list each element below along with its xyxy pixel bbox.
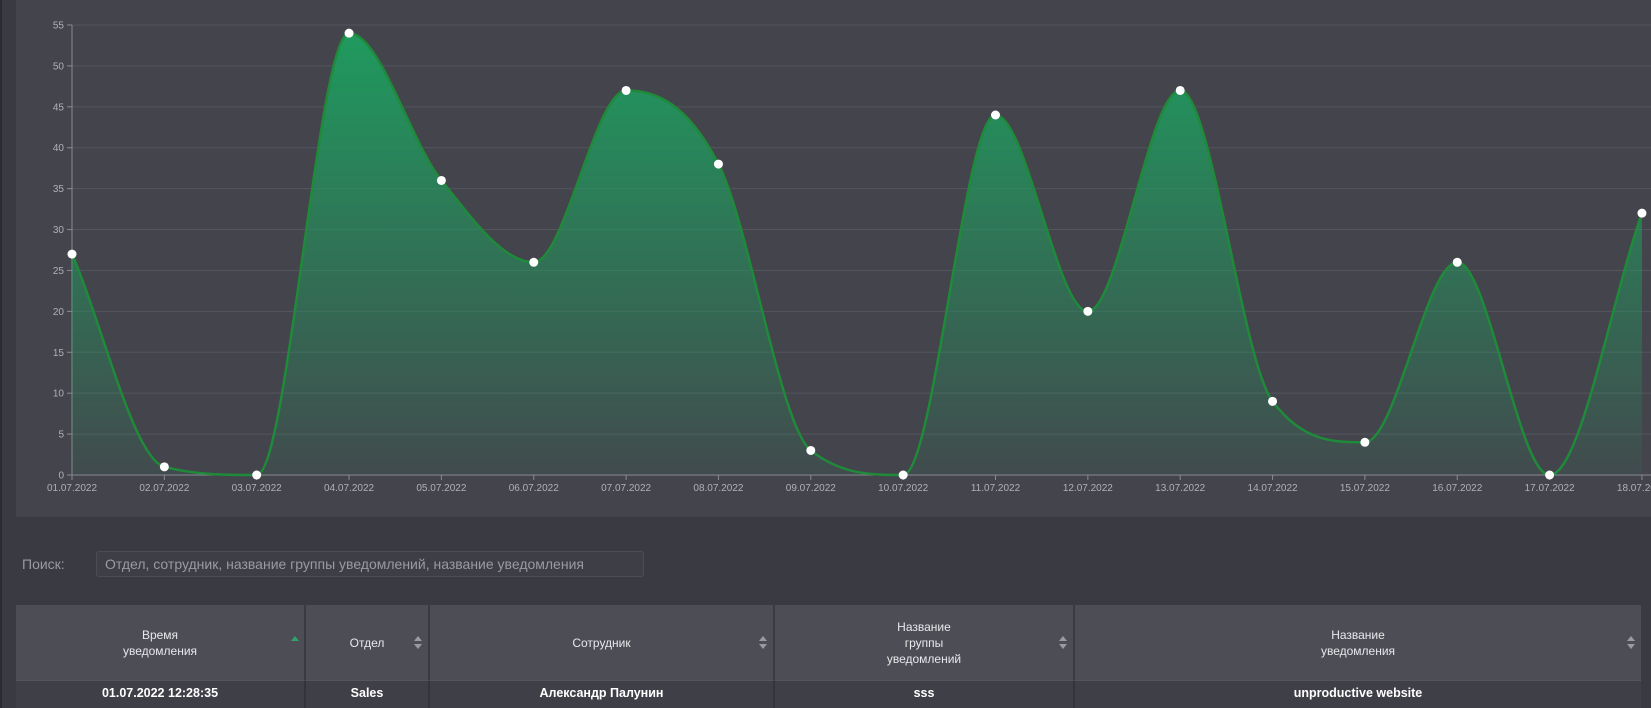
x-tick-label: 02.07.2022 <box>139 483 189 494</box>
data-point[interactable] <box>1268 396 1278 406</box>
data-point[interactable] <box>1545 470 1555 480</box>
sort-icon[interactable] <box>1059 636 1067 649</box>
cell-department: Sales <box>306 680 430 708</box>
x-tick-label: 12.07.2022 <box>1063 483 1113 494</box>
data-point[interactable] <box>529 257 539 267</box>
column-header-label: Название группы уведомлений <box>886 619 962 666</box>
cell-notification-name: unproductive website <box>1075 680 1641 708</box>
data-point[interactable] <box>1452 257 1462 267</box>
data-point[interactable] <box>1637 208 1647 218</box>
data-point[interactable] <box>1083 306 1093 316</box>
cell-notification-group: sss <box>775 680 1075 708</box>
x-tick-label: 08.07.2022 <box>693 483 743 494</box>
x-tick-label: 15.07.2022 <box>1340 483 1390 494</box>
sort-icon[interactable] <box>414 636 422 649</box>
data-point[interactable] <box>252 470 262 480</box>
column-header-time[interactable]: Время уведомления <box>16 605 306 680</box>
x-tick-label: 09.07.2022 <box>786 483 836 494</box>
column-header-label: Время уведомления <box>122 627 198 658</box>
data-point[interactable] <box>1360 437 1370 447</box>
table-header: Время уведомления Отдел Сотрудник Назван… <box>16 605 1651 680</box>
sort-icon[interactable] <box>759 636 767 649</box>
data-point[interactable] <box>898 470 908 480</box>
column-header-notification-name[interactable]: Название уведомления <box>1075 605 1641 680</box>
area-fill <box>72 33 1642 475</box>
x-tick-label: 18.07.2022 <box>1617 483 1651 494</box>
data-point[interactable] <box>713 159 723 169</box>
column-header-notification-group[interactable]: Название группы уведомлений <box>775 605 1075 680</box>
column-header-employee[interactable]: Сотрудник <box>430 605 775 680</box>
y-tick-label: 20 <box>53 307 65 318</box>
x-tick-label: 07.07.2022 <box>601 483 651 494</box>
x-tick-label: 10.07.2022 <box>878 483 928 494</box>
y-tick-label: 55 <box>53 21 65 32</box>
y-tick-label: 50 <box>53 61 65 72</box>
column-header-label: Сотрудник <box>572 635 631 650</box>
data-point[interactable] <box>159 462 169 472</box>
x-tick-label: 11.07.2022 <box>971 483 1021 494</box>
x-tick-label: 01.07.2022 <box>47 483 97 494</box>
sort-icon[interactable] <box>1627 636 1635 649</box>
x-tick-label: 04.07.2022 <box>324 483 374 494</box>
table-row[interactable]: 01.07.2022 12:28:35 Sales Александр Палу… <box>16 680 1651 708</box>
y-tick-label: 25 <box>53 266 65 277</box>
data-point[interactable] <box>806 445 816 455</box>
x-tick-label: 14.07.2022 <box>1248 483 1298 494</box>
x-tick-label: 17.07.2022 <box>1525 483 1575 494</box>
y-tick-label: 35 <box>53 184 65 195</box>
cell-time: 01.07.2022 12:28:35 <box>16 680 306 708</box>
sort-asc-icon[interactable] <box>291 636 299 641</box>
data-point[interactable] <box>991 110 1000 120</box>
data-point[interactable] <box>344 28 354 38</box>
data-point[interactable] <box>1175 85 1185 95</box>
y-tick-label: 10 <box>53 389 65 400</box>
notifications-table: Время уведомления Отдел Сотрудник Назван… <box>16 605 1651 708</box>
column-header-label: Отдел <box>349 635 385 650</box>
y-tick-label: 30 <box>53 225 65 236</box>
cell-employee: Александр Палунин <box>430 680 775 708</box>
x-tick-label: 16.07.2022 <box>1432 483 1482 494</box>
area-chart: 0 5 10 15 20 25 30 35 40 45 50 55 01.07.2022 02.07.2… <box>47 21 1651 494</box>
x-tick-label: 06.07.2022 <box>509 483 559 494</box>
x-tick-label: 13.07.2022 <box>1155 483 1205 494</box>
x-tick-label: 05.07.2022 <box>416 483 466 494</box>
window-edge <box>0 0 2 708</box>
search-label: Поиск: <box>22 556 65 572</box>
x-tick-label: 03.07.2022 <box>232 483 282 494</box>
search-input[interactable] <box>96 551 644 577</box>
y-tick-label: 15 <box>53 348 65 359</box>
search-row: Поиск: <box>22 551 644 577</box>
y-tick-label: 45 <box>53 102 65 113</box>
chart-panel: 0 5 10 15 20 25 30 35 40 45 50 55 01.07.2022 02.07.2… <box>16 0 1651 517</box>
data-point[interactable] <box>436 175 446 185</box>
y-tick-label: 0 <box>58 471 64 482</box>
y-tick-label: 5 <box>58 430 64 441</box>
column-header-label: Название уведомления <box>1320 627 1396 658</box>
x-axis-ticks: 01.07.2022 02.07.2022 03.07.2022 04.07.2022… <box>47 475 1651 494</box>
data-point[interactable] <box>67 249 77 259</box>
data-point[interactable] <box>621 85 631 95</box>
y-tick-label: 40 <box>53 143 65 154</box>
column-header-department[interactable]: Отдел <box>306 605 430 680</box>
